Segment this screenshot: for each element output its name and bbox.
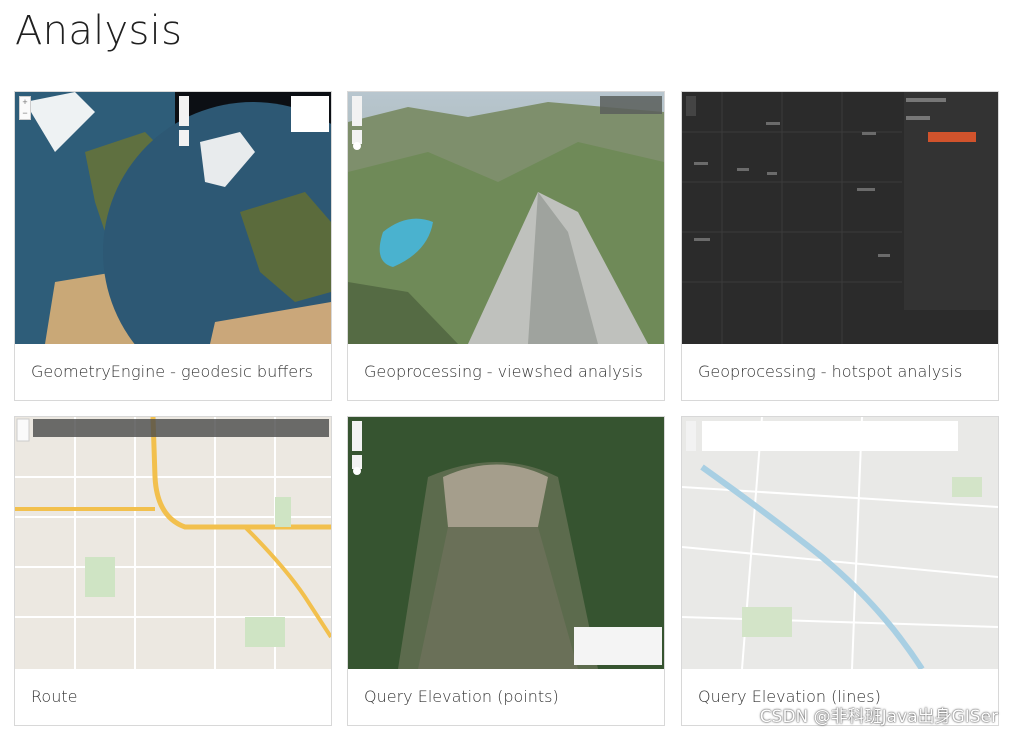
card-caption: Geoprocessing - hotspot analysis	[698, 362, 963, 381]
card-caption: Route	[31, 687, 78, 706]
sample-card-route[interactable]: Route	[14, 416, 332, 726]
thumbnail-query-elevation-lines	[682, 417, 998, 669]
thumbnail-hotspot	[682, 92, 998, 344]
card-caption: Geoprocessing - viewshed analysis	[364, 362, 643, 381]
card-caption: Query Elevation (points)	[364, 687, 559, 706]
thumbnail-route	[15, 417, 331, 669]
card-caption: GeometryEngine - geodesic buffers	[31, 362, 313, 381]
page-title: Analysis	[15, 8, 183, 54]
sample-card-hotspot[interactable]: Geoprocessing - hotspot analysis	[681, 91, 999, 401]
watermark: CSDN @非科班Java出身GISer	[759, 707, 998, 727]
sample-card-query-elevation-lines[interactable]: Query Elevation (lines)	[681, 416, 999, 726]
thumbnail-geodesic-buffers: + −	[15, 92, 331, 344]
thumbnail-query-elevation-points	[348, 417, 664, 669]
zoom-control[interactable]: + −	[19, 96, 31, 120]
sample-card-viewshed[interactable]: Geoprocessing - viewshed analysis	[347, 91, 665, 401]
sample-card-geodesic-buffers[interactable]: + − GeometryEngine - geodesic buffers	[14, 91, 332, 401]
thumbnail-viewshed	[348, 92, 664, 344]
sample-card-query-elevation-points[interactable]: Query Elevation (points)	[347, 416, 665, 726]
